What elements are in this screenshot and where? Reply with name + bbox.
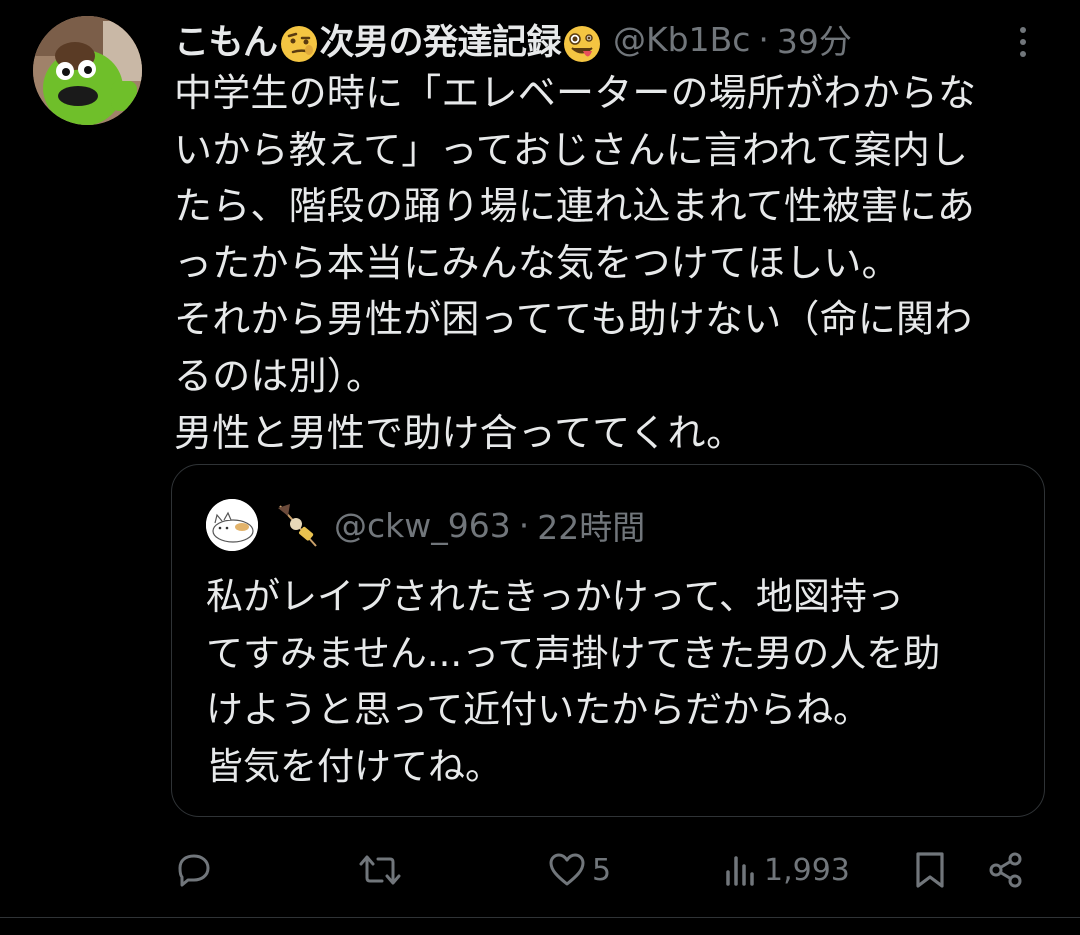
tweet[interactable]: こもん 次男の発達記録 @Kb1Bc · 39分 中学生の時に「エレベーターの場… — [0, 0, 1080, 935]
divider — [0, 917, 1080, 918]
like-button[interactable]: 5 — [548, 840, 611, 900]
repost-button[interactable] — [358, 840, 408, 900]
quoted-post-time[interactable]: 22時間 — [537, 501, 645, 549]
bookmark-button[interactable] — [912, 840, 948, 900]
post-text-line: いから教えて」っておじさんに言われて案内し — [174, 127, 969, 172]
post-text-line: 中学生の時に「エレベーターの場所がわからな — [174, 71, 977, 115]
quoted-text-line: 皆気を付けてね。 — [206, 744, 502, 788]
raised-eyebrow-face-icon — [280, 25, 317, 62]
post-text: 中学生の時に「エレベーターの場所がわからな いから教えて」っておじさんに言われて… — [174, 65, 1054, 461]
cat-avatar-icon[interactable] — [206, 499, 258, 551]
quoted-post[interactable]: @ckw_963 · 22時間 私がレイプされたきっかけって、地図持っ てすみま… — [171, 464, 1045, 817]
bookmark-icon — [916, 852, 944, 888]
heart-icon — [549, 853, 585, 886]
reply-button[interactable] — [174, 840, 220, 900]
oden-skewer-icon — [278, 504, 317, 547]
post-text-line: たら、階段の踊り場に連れ込まれて性被害にあ — [174, 184, 976, 229]
share-icon — [989, 852, 1022, 888]
quoted-post-text: 私がレイプされたきっかけって、地図持っ てすみません...って声掛けてきた男の人… — [206, 569, 1026, 795]
repost-icon — [359, 855, 401, 885]
views-icon — [726, 856, 754, 886]
quoted-text-line: けようと思って近付いたからだからね。 — [206, 688, 871, 731]
post-text-line: ったから本当にみんな気をつけてほしい。 — [174, 240, 900, 285]
post-time[interactable]: 39分 — [777, 15, 852, 63]
quoted-text-line: 私がレイプされたきっかけって、地図持っ — [206, 575, 904, 618]
post-text-line: るのは別）。 — [174, 353, 385, 398]
reply-icon — [178, 854, 210, 887]
author-handle[interactable]: @Kb1Bc — [613, 20, 750, 59]
views-button[interactable]: 1,993 — [724, 840, 850, 900]
views-count: 1,993 — [764, 852, 850, 888]
author-name[interactable]: こもん 次男の発達記録 — [174, 14, 603, 65]
quoted-author-handle[interactable]: @ckw_963 — [334, 506, 511, 545]
zany-face-icon — [564, 25, 601, 62]
quoted-post-header: @ckw_963 · 22時間 — [206, 499, 645, 551]
like-count: 5 — [592, 852, 612, 888]
post-text-line: それから男性が困ってても助けない（命に関わ — [174, 297, 973, 342]
post-header: こもん 次男の発達記録 @Kb1Bc · 39分 — [174, 12, 852, 66]
share-button[interactable] — [986, 840, 1026, 900]
quoted-text-line: てすみません...って声掛けてきた男の人を助 — [206, 631, 941, 675]
separator-dot: · — [758, 19, 769, 59]
action-bar: 5 1,993 — [0, 840, 1080, 900]
post-text-line: 男性と男性で助け合っててくれ。 — [174, 410, 745, 455]
green-puppet-avatar-icon[interactable] — [33, 16, 142, 125]
more-vertical-icon[interactable] — [1010, 22, 1036, 62]
separator-dot: · — [518, 505, 530, 545]
